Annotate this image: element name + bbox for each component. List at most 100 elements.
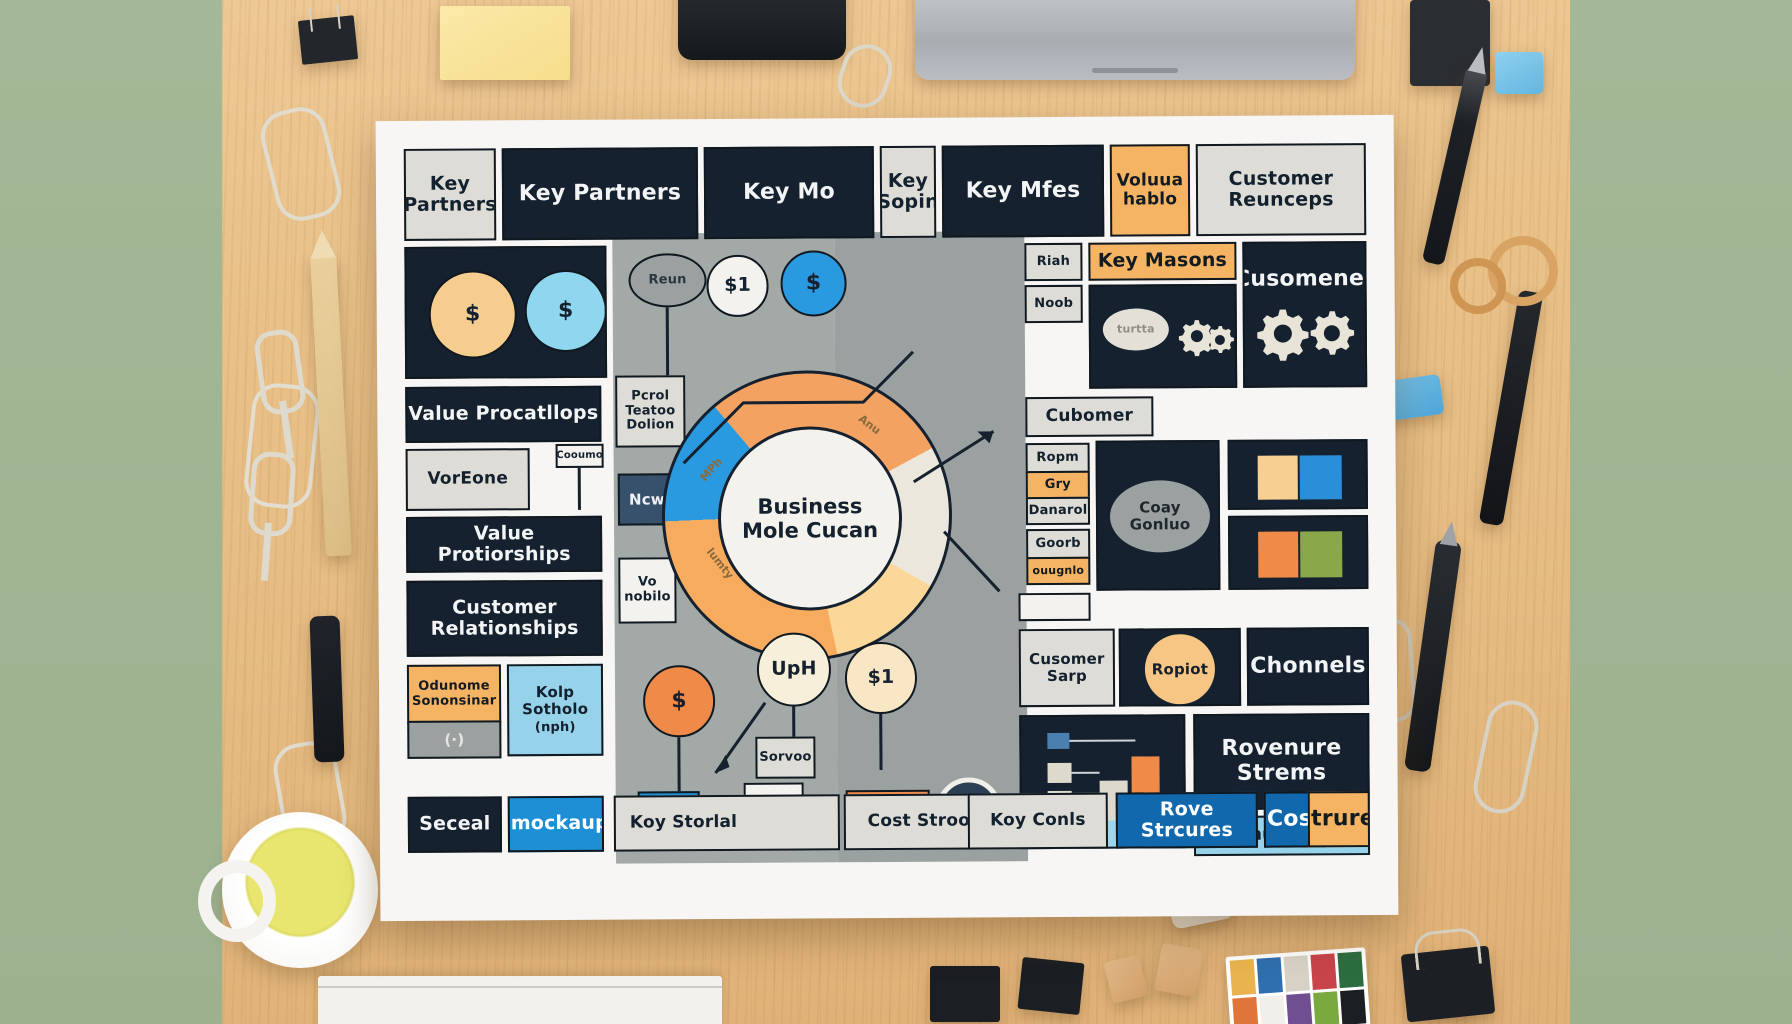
desk-mat-right — [1570, 0, 1792, 1024]
header-block-key-mfes[interactable]: Key Mfes — [941, 144, 1105, 238]
right-block-key-masons[interactable]: Key Masons — [1088, 241, 1237, 281]
tape-ring-2 — [1450, 258, 1506, 314]
left-block-vorbone[interactable]: VorEone — [405, 448, 530, 511]
right-block-danarol[interactable]: Danarol — [1025, 496, 1091, 526]
right-panel-swatches-2 — [1227, 515, 1369, 590]
bar-leader-2 — [1071, 771, 1100, 774]
gears-icon-small — [1178, 320, 1234, 357]
bottom-block-strurel[interactable]: Strurel — [1307, 791, 1371, 848]
right-label-r2: Key Masons — [1097, 249, 1228, 273]
header-block-key-partners-1[interactable]: Key Partners — [403, 148, 497, 241]
right-block-ropm[interactable]: Ropm — [1025, 442, 1090, 474]
right-label-r16: Rovenure Strems — [1221, 735, 1342, 786]
right-panel-swatches-1 — [1227, 439, 1368, 510]
right-label-r3: Noob — [1034, 295, 1074, 311]
right-ellipse-coay-gonluo[interactable]: Coay Gonluo — [1109, 480, 1211, 553]
canvas-artwork: Key Partners Key Partners Key Mo Key Sop… — [403, 143, 1371, 883]
swatch-chip-8 — [1313, 990, 1340, 1024]
header-block-customer-reunceps[interactable]: Customer Reunceps — [1195, 143, 1367, 237]
right-block-cubomer[interactable]: Cubomer — [1025, 396, 1154, 438]
coin-glyph-2: $ — [557, 297, 574, 323]
center-label-m1: Reun — [648, 271, 687, 288]
binder-clip-5 — [1400, 945, 1496, 1023]
right-block-ouugnlo[interactable]: ouugnlo — [1026, 556, 1091, 586]
center-label-m3: Ncw — [628, 489, 665, 509]
right-block-riah[interactable]: Riah — [1024, 242, 1083, 282]
left-label-9: Seceal — [419, 812, 491, 836]
header-block-key-sopin[interactable]: Key Sopin — [879, 145, 937, 239]
coin-glyph-1: $ — [464, 301, 481, 327]
laptop — [915, 0, 1355, 80]
right-block-goorb[interactable]: Goorb — [1026, 528, 1091, 560]
left-block-bmockaupl[interactable]: Bmockaupl — [507, 795, 605, 853]
swatch-orange — [1258, 531, 1299, 578]
header-block-key-mo[interactable]: Key Mo — [703, 146, 875, 240]
left-label-10: Bmockaupl — [507, 812, 605, 835]
left-label-7: (·) — [444, 730, 465, 749]
swatch-chip-4 — [1337, 951, 1364, 988]
binder-clip-top — [297, 15, 359, 65]
right-ellipse-turtta[interactable]: turtta — [1102, 308, 1169, 351]
right-panel-cusomener[interactable]: Cusomener — [1242, 241, 1368, 388]
bottom-block-koy-conls[interactable]: Koy Conls — [967, 792, 1109, 850]
center-circle-dollar4[interactable]: $1 — [844, 641, 918, 715]
left-block-value-protiorships[interactable]: Value Protiorships — [405, 515, 603, 573]
left-coins-panel: $ $ — [404, 245, 608, 379]
coin-orange: $ — [428, 270, 518, 359]
color-swatch-card — [1225, 947, 1371, 1024]
coin-blue: $ — [524, 269, 607, 353]
right-label-r13: Cusomer Sarp — [1029, 649, 1105, 686]
swatch-chip-0 — [1229, 959, 1256, 996]
right-block-cusomer-sarp[interactable]: Cusomer Sarp — [1018, 628, 1116, 708]
left-block-seceal[interactable]: Seceal — [407, 796, 503, 853]
right-block-gry[interactable]: Gry — [1025, 470, 1090, 500]
left-label-2: VorEone — [427, 468, 509, 490]
swatch-orange-light — [1257, 455, 1298, 500]
center-circle-dollar1[interactable]: $1 — [706, 254, 769, 318]
header-label-7: Customer Reunceps — [1228, 167, 1334, 211]
right-label-r7: Ropm — [1036, 449, 1079, 465]
right-label-r1: Riah — [1036, 253, 1071, 269]
left-block-value-procatllops[interactable]: Value Procatllops — [405, 385, 602, 443]
center-circle-uph[interactable]: UpH — [756, 632, 832, 707]
center-ellipse-reun[interactable]: Reun — [628, 253, 707, 308]
left-block-gray-dot[interactable]: (·) — [407, 720, 502, 759]
left-block-odunome[interactable]: Odunome Sononsinar — [406, 664, 502, 725]
bottom-label-f3: Koy Storlal — [629, 812, 738, 834]
swatch-chip-9 — [1340, 988, 1367, 1024]
bottom-label-f5: Koy Conls — [990, 810, 1086, 831]
bottom-block-koy-storlal[interactable]: Koy Storlal — [613, 794, 841, 852]
connector-m9 — [879, 714, 883, 771]
right-block-blank[interactable] — [1018, 592, 1091, 622]
right-block-noob[interactable]: Noob — [1024, 284, 1083, 324]
right-label-r11: ouugnlo — [1032, 563, 1085, 577]
center-label-m9: $1 — [867, 666, 895, 689]
right-circle-ropiot[interactable]: Ropiot — [1144, 634, 1216, 705]
center-label-m8: UpH — [771, 657, 817, 681]
center-block-sorvoo[interactable]: Sorvoo — [755, 736, 816, 779]
right-label-r5: Cusomener — [1242, 265, 1368, 292]
left-block-customer-relationships[interactable]: Customer Relationships — [406, 579, 603, 657]
right-label-r14: Ropiot — [1151, 659, 1209, 678]
right-block-chonnels[interactable]: Chonnels — [1246, 627, 1370, 706]
business-model-canvas-poster: Key Partners Key Partners Key Mo Key Sop… — [375, 114, 1399, 922]
bottom-label-f8: Strurel — [1307, 805, 1371, 832]
header-block-key-partners-2[interactable]: Key Partners — [501, 147, 699, 241]
center-circle-dollar3[interactable]: $ — [642, 665, 716, 738]
donut-hub: Business Mole Cucan — [717, 425, 903, 612]
left-block-kolp-sotholo[interactable]: Kolp Sotholo (nph) — [506, 663, 604, 757]
bar-legend-2 — [1047, 762, 1072, 784]
swatch-chip-1 — [1256, 957, 1283, 994]
connector-badge — [577, 467, 581, 510]
header-label-1a: Key Partners — [403, 172, 497, 216]
swatch-chip-3 — [1310, 953, 1337, 990]
right-label-r9: Danarol — [1028, 502, 1088, 518]
right-label-r8: Gry — [1044, 476, 1071, 492]
bottom-block-rove-strcures[interactable]: Rove Strcures — [1115, 791, 1259, 849]
header-label-5: Key Mfes — [965, 177, 1081, 204]
header-block-voluua[interactable]: Voluua hablo — [1109, 144, 1191, 237]
left-badge-cooumo[interactable]: Cooumo — [555, 443, 604, 469]
header-label-2: Key Partners — [518, 179, 682, 206]
center-circle-dollar2[interactable]: $ — [780, 250, 847, 317]
bar-leader-1 — [1069, 739, 1136, 742]
